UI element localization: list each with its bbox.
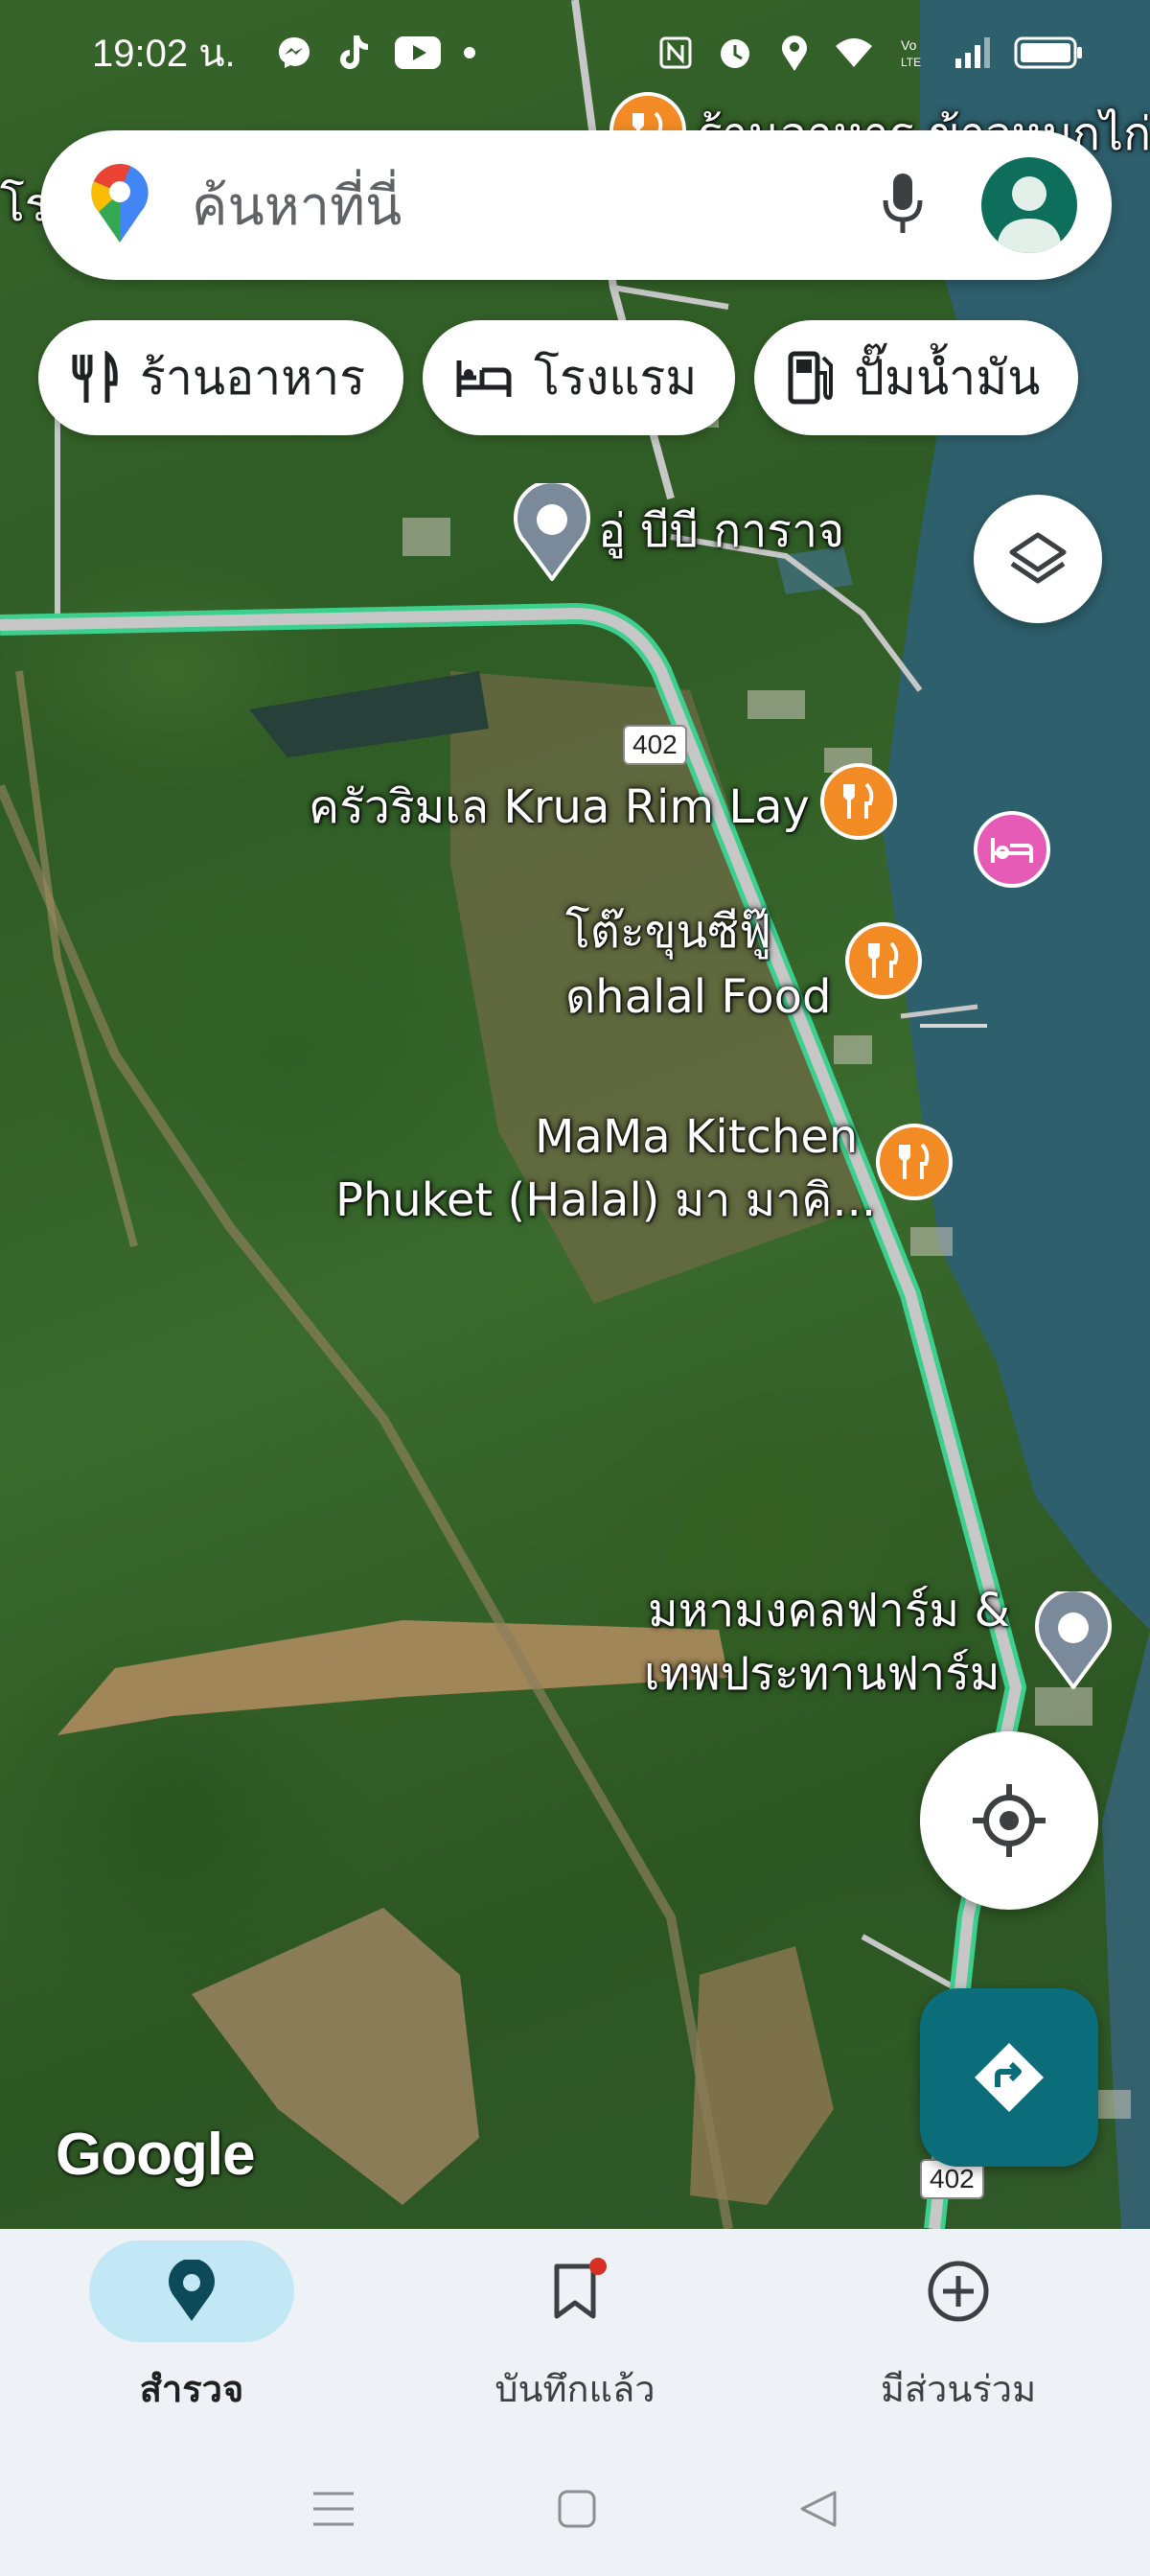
menu-icon[interactable] bbox=[311, 2490, 356, 2532]
bottom-navigation: สำรวจ บันทึกแล้ว มีส่วนร่วม bbox=[0, 2229, 1150, 2445]
nav-contribute[interactable]: มีส่วนร่วม bbox=[767, 2229, 1150, 2445]
status-time: 19:02 น. bbox=[92, 33, 236, 75]
location-icon bbox=[774, 33, 815, 73]
restaurant-icon bbox=[72, 351, 118, 403]
svg-text:LTE: LTE bbox=[901, 56, 921, 69]
battery-icon bbox=[1012, 33, 1085, 73]
place-label-farm-line1[interactable]: มหามงคลฟาร์ม & bbox=[648, 1582, 1010, 1639]
chip-gas-stations-label: ปั๊มน้ำมัน bbox=[854, 349, 1041, 406]
generic-place-pin-icon bbox=[514, 483, 590, 581]
notification-dot bbox=[589, 2258, 607, 2275]
search-bar[interactable]: ค้นหาที่นี่ bbox=[40, 130, 1112, 280]
chip-hotels-label: โรงแรม bbox=[534, 349, 698, 406]
place-label-farm-line2[interactable]: เทพประทานฟาร์ม bbox=[644, 1645, 1000, 1703]
hotel-icon bbox=[456, 360, 512, 397]
nav-saved[interactable]: บันทึกแล้ว bbox=[383, 2229, 767, 2445]
nav-explore[interactable]: สำรวจ bbox=[0, 2229, 383, 2445]
layers-button[interactable] bbox=[974, 495, 1102, 623]
system-navigation-bar bbox=[0, 2445, 1150, 2576]
account-avatar-icon[interactable] bbox=[981, 157, 1077, 253]
place-label-krua-rim-lay[interactable]: ครัวริมเล Krua Rim Lay bbox=[309, 778, 810, 836]
my-location-button[interactable] bbox=[920, 1731, 1098, 1910]
chip-gas-stations[interactable]: ปั๊มน้ำมัน bbox=[754, 320, 1079, 435]
microphone-icon[interactable] bbox=[882, 172, 924, 239]
dot-icon bbox=[462, 33, 477, 73]
directions-button[interactable] bbox=[920, 1988, 1098, 2167]
gas-station-icon bbox=[788, 351, 834, 405]
google-maps-logo-icon bbox=[90, 162, 150, 248]
restaurant-icon bbox=[820, 763, 897, 840]
alarm-icon bbox=[715, 33, 755, 73]
place-label-seafood-line2[interactable]: ดhalal Food bbox=[565, 968, 831, 1026]
nav-explore-label: สำรวจ bbox=[139, 2368, 244, 2410]
generic-place-pin-icon bbox=[1035, 1591, 1112, 1689]
category-chips: ร้านอาหาร โรงแรม ปั๊มน้ำมัน bbox=[38, 320, 1079, 435]
directions-icon bbox=[975, 2043, 1044, 2112]
nfc-icon bbox=[656, 33, 696, 73]
road-number-shield: 402 bbox=[623, 725, 687, 765]
add-circle-icon bbox=[928, 2261, 989, 2322]
status-bar: 19:02 น. Vo LTE bbox=[0, 0, 1150, 105]
chip-hotels[interactable]: โรงแรม bbox=[423, 320, 736, 435]
messenger-icon bbox=[274, 33, 314, 73]
hotel-icon bbox=[974, 811, 1050, 888]
restaurant-icon bbox=[876, 1124, 953, 1200]
layers-icon bbox=[1009, 532, 1067, 584]
nav-saved-label: บันทึกแล้ว bbox=[494, 2368, 656, 2410]
youtube-icon bbox=[393, 33, 443, 73]
home-icon[interactable] bbox=[557, 2489, 597, 2533]
search-input[interactable]: ค้นหาที่นี่ bbox=[192, 163, 882, 248]
place-label-garage[interactable]: อู่ บีบี การาจ bbox=[598, 502, 844, 560]
svg-text:Vo: Vo bbox=[901, 37, 917, 53]
signal-icon bbox=[953, 33, 993, 73]
location-pin-icon bbox=[169, 2260, 215, 2321]
chip-restaurants[interactable]: ร้านอาหาร bbox=[38, 320, 404, 435]
place-label-mama-line2[interactable]: Phuket (Halal) มา มาคิ... bbox=[335, 1172, 876, 1229]
nav-contribute-label: มีส่วนร่วม bbox=[880, 2368, 1037, 2410]
volte-icon: Vo LTE bbox=[893, 33, 933, 73]
tiktok-icon bbox=[334, 33, 374, 73]
nav-contribute-indicator bbox=[856, 2240, 1061, 2342]
my-location-icon bbox=[973, 1784, 1046, 1857]
nav-saved-indicator bbox=[472, 2240, 678, 2342]
wifi-icon bbox=[834, 33, 874, 73]
place-label-seafood-line1[interactable]: โต๊ะขุนซีฟู๊ bbox=[565, 903, 771, 961]
restaurant-icon bbox=[845, 922, 922, 999]
place-label-mama-line1[interactable]: MaMa Kitchen bbox=[535, 1108, 858, 1166]
nav-explore-indicator bbox=[89, 2240, 294, 2342]
back-icon[interactable] bbox=[798, 2489, 839, 2533]
google-attribution: Google bbox=[56, 2122, 256, 2188]
chip-restaurants-label: ร้านอาหาร bbox=[140, 349, 366, 406]
